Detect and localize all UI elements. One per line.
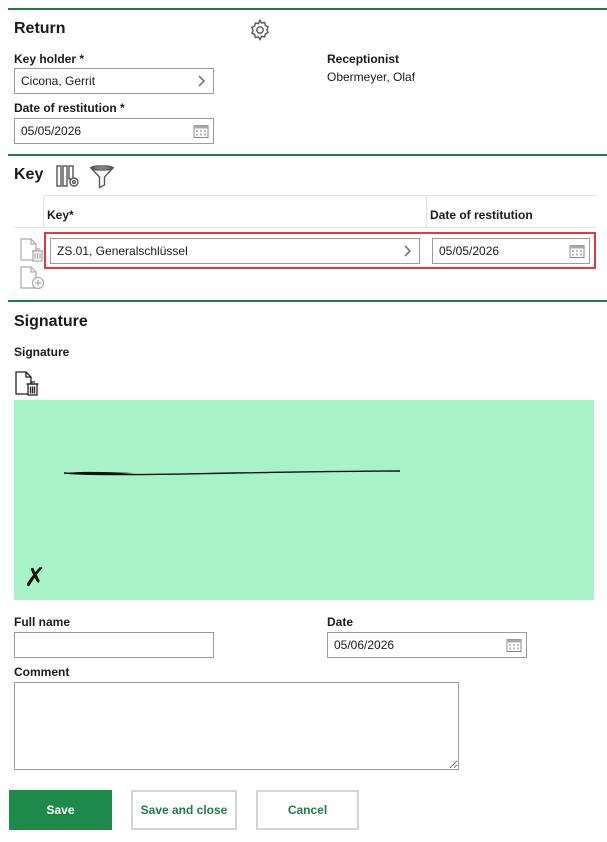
key-table-left-separator <box>43 196 44 227</box>
key-table-col-separator <box>426 196 427 227</box>
key-section-title: Key <box>14 166 44 183</box>
key-row-key-value: ZS.01, Generalschlüssel <box>57 244 188 258</box>
key-row-date-value: 05/05/2026 <box>439 244 500 258</box>
section-divider-return <box>8 8 607 10</box>
save-and-close-button[interactable]: Save and close <box>131 790 237 830</box>
signature-section-title: Signature <box>14 313 88 330</box>
key-column-header: Key* <box>47 208 74 222</box>
signature-date-field[interactable]: 05/06/2026 <box>327 632 527 658</box>
filter-funnel-icon[interactable] <box>89 164 115 190</box>
key-cabinet-settings-icon[interactable] <box>55 163 81 189</box>
cancel-button[interactable]: Cancel <box>256 790 359 830</box>
clear-signature-icon[interactable] <box>14 370 42 398</box>
settings-gear-icon[interactable] <box>248 18 272 42</box>
receptionist-value: Obermeyer, Olaf <box>327 70 416 84</box>
receptionist-label: Receptionist <box>327 52 400 66</box>
key-row-key-field[interactable]: ZS.01, Generalschlüssel <box>50 238 420 264</box>
date-of-restitution-field[interactable]: 05/05/2026 <box>14 118 214 144</box>
chevron-right-icon[interactable] <box>191 69 213 93</box>
date-of-restitution-value: 05/05/2026 <box>21 124 82 138</box>
delete-row-icon[interactable] <box>18 237 46 263</box>
save-button[interactable]: Save <box>9 790 112 830</box>
return-section-title: Return <box>14 20 66 37</box>
calendar-icon[interactable] <box>565 239 589 263</box>
signature-label: Signature <box>14 345 70 359</box>
section-divider-signature <box>8 300 607 302</box>
date-column-header: Date of restitution <box>430 208 533 222</box>
key-table-header-top-border <box>44 195 596 196</box>
sign-here-mark: ✗ <box>24 562 46 592</box>
comment-textarea[interactable] <box>14 682 459 770</box>
key-table-header-bottom-border <box>14 227 596 228</box>
add-row-icon[interactable] <box>18 265 46 291</box>
signature-pad[interactable]: ✗ <box>14 400 594 600</box>
full-name-input[interactable] <box>14 632 214 658</box>
key-row-date-field[interactable]: 05/05/2026 <box>432 238 590 264</box>
chevron-right-icon[interactable] <box>397 239 419 263</box>
calendar-icon[interactable] <box>189 119 213 143</box>
date-of-restitution-label: Date of restitution * <box>14 101 125 115</box>
signature-stroke <box>63 470 401 476</box>
key-holder-label: Key holder * <box>14 52 85 66</box>
key-holder-field[interactable]: Cicona, Gerrit <box>14 68 214 94</box>
full-name-label: Full name <box>14 615 71 629</box>
calendar-icon[interactable] <box>502 633 526 657</box>
key-holder-value: Cicona, Gerrit <box>21 74 96 88</box>
signature-date-value: 05/06/2026 <box>334 638 395 652</box>
section-divider-key <box>8 154 607 156</box>
comment-label: Comment <box>14 665 70 679</box>
signature-date-label: Date <box>327 615 354 629</box>
